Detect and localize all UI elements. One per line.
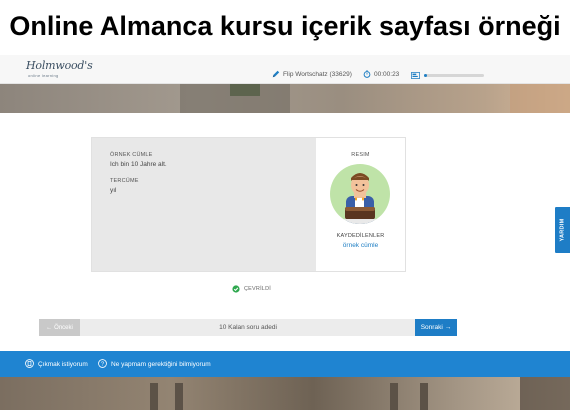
help-tab-label: YARDIM xyxy=(559,218,566,242)
check-circle-icon xyxy=(232,280,240,298)
quit-button[interactable]: Çıkmak istiyorum xyxy=(25,351,88,377)
saved-item-link[interactable]: örnek cümle xyxy=(316,242,405,249)
footer-bar: Çıkmak istiyorum ? Ne yapmam gerektiğini… xyxy=(0,351,570,377)
image-label: RESIM xyxy=(351,152,370,158)
progress xyxy=(411,66,484,84)
logo-subtext: online learning xyxy=(28,73,59,78)
question-icon: ? xyxy=(98,355,107,373)
stopwatch-icon xyxy=(363,65,371,83)
help-tab[interactable]: YARDIM xyxy=(554,206,570,254)
bottom-banner xyxy=(0,377,570,410)
translation-label: TERCÜME xyxy=(110,178,139,184)
timer-value: 00:00:23 xyxy=(374,70,400,78)
page-caption: Online Almanca kursu içerik sayfası örne… xyxy=(0,0,570,52)
saved-label: KAYDEDİLENLER xyxy=(336,233,385,239)
progress-icon xyxy=(411,66,420,84)
logo-text: Holmwood's xyxy=(26,59,93,72)
exit-icon xyxy=(25,355,34,373)
birthday-illustration xyxy=(329,163,391,225)
quit-label: Çıkmak istiyorum xyxy=(38,360,88,368)
progress-bar xyxy=(424,73,484,77)
question-nav: 10 Kalan soru adedi ← Önceki Sonraki → xyxy=(39,319,457,336)
sample-sentence-text: Ich bin 10 Jahre alt. xyxy=(110,161,167,168)
previous-label: Önceki xyxy=(54,324,73,331)
help-button[interactable]: ? Ne yapmam gerektiğini bilmiyorum xyxy=(98,351,211,377)
timer: 00:00:23 xyxy=(363,65,399,83)
next-label: Sonraki xyxy=(420,324,443,331)
sample-sentence-label: ÖRNEK CÜMLE xyxy=(110,152,153,158)
logo[interactable]: Holmwood's online learning xyxy=(26,59,106,81)
flashcard-text-panel: ÖRNEK CÜMLE Ich bin 10 Jahre alt. TERCÜM… xyxy=(92,138,316,271)
hero-banner xyxy=(0,84,570,113)
help-label: Ne yapmam gerektiğini bilmiyorum xyxy=(111,360,211,368)
remaining-count: 10 Kalan soru adedi xyxy=(219,324,277,331)
deck-info: Flip Wortschatz (33629) xyxy=(272,65,352,83)
flashcard: ÖRNEK CÜMLE Ich bin 10 Jahre alt. TERCÜM… xyxy=(91,137,406,272)
progress-fill xyxy=(424,73,427,77)
arrow-left-icon: ← xyxy=(46,324,53,331)
deck-name: Flip Wortschatz (33629) xyxy=(283,70,352,78)
status-text: ÇEVRİLDİ xyxy=(244,286,271,292)
pencil-icon xyxy=(272,65,280,83)
translated-status: ÇEVRİLDİ xyxy=(232,280,271,298)
translation-text: yıl xyxy=(110,187,117,194)
top-bar: Holmwood's online learning Flip Wortscha… xyxy=(0,55,570,84)
flashcard-image-panel: RESIM KAYDEDİLENLER örnek cümle xyxy=(316,138,405,271)
arrow-right-icon: → xyxy=(444,324,452,331)
previous-button[interactable]: ← Önceki xyxy=(39,319,80,336)
next-button[interactable]: Sonraki → xyxy=(415,319,457,336)
